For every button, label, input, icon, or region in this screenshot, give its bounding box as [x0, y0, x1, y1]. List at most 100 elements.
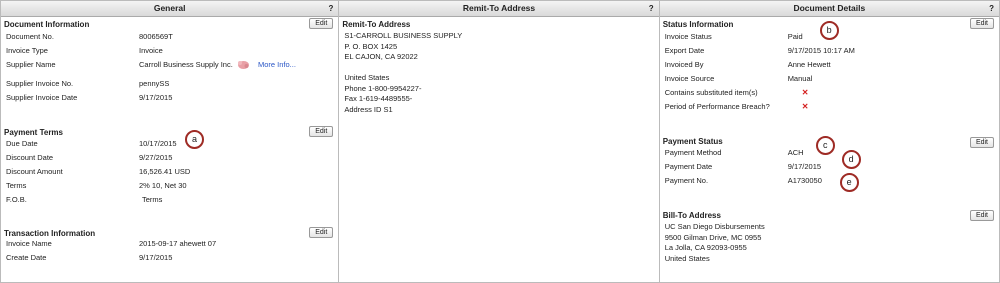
terms-value: 2% 10, Net 30 — [139, 181, 187, 190]
bill-to-edit-button[interactable]: Edit — [969, 210, 994, 221]
invoice-detail-panel: General ? Document Information Edit Docu… — [0, 0, 1000, 283]
remit-to-line: United States — [344, 73, 390, 82]
performance-breach-label: Period of Performance Breach? — [664, 102, 770, 111]
bill-to-line: United States — [664, 253, 710, 263]
discount-amount-label: Discount Amount — [6, 167, 63, 176]
callout-d: d — [841, 150, 861, 169]
export-date-value: 9/17/2015 10:17 AM — [787, 46, 855, 55]
supplier-invoice-no-row: Supplier Invoice No. pennySS — [6, 79, 169, 89]
bill-to-address: UC San Diego Disbursements 9500 Gilman D… — [665, 222, 765, 264]
supplier-invoice-no-value: pennySS — [139, 79, 170, 88]
remit-to-column-title: Remit-To Address — [462, 3, 536, 13]
payment-method-value: ACH — [787, 148, 804, 157]
remit-to-column-header: Remit-To Address ? — [339, 1, 659, 17]
due-date-value: 10/17/2015 — [139, 139, 177, 148]
document-information-title: Document Information — [4, 20, 90, 29]
general-help-icon[interactable]: ? — [328, 1, 333, 16]
export-date-label: Export Date — [664, 46, 705, 55]
due-date-row: Due Date 10/17/2015 — [6, 139, 177, 149]
payment-method-row: Payment Method ACH — [665, 148, 804, 158]
discount-date-value: 9/27/2015 — [139, 153, 173, 162]
remit-to-address: S1-CARROLL BUSINESS SUPPLY P. O. BOX 142… — [344, 31, 462, 115]
payment-terms-edit-button[interactable]: Edit — [309, 126, 334, 137]
contains-substituted-x-icon: ✕ — [801, 88, 809, 97]
fob-label: F.O.B. — [6, 195, 27, 204]
remit-to-line: Address ID S1 — [344, 104, 393, 114]
payment-date-value: 9/17/2015 — [787, 162, 822, 171]
document-details-column-title: Document Details — [793, 3, 866, 13]
invoiced-by-label: Invoiced By — [664, 60, 704, 69]
invoiced-by-value: Anne Hewett — [787, 60, 831, 69]
invoice-status-value: Paid — [787, 32, 803, 41]
supplier-name-label: Supplier Name — [6, 60, 56, 69]
callout-c: c — [815, 136, 835, 155]
contains-substituted-label: Contains substituted item(s) — [664, 88, 758, 97]
bill-to-title: Bill-To Address — [662, 211, 721, 220]
supplier-logo-icon — [237, 61, 249, 70]
invoice-name-row: Invoice Name 2015-09-17 ahewett 07 — [6, 239, 216, 249]
payment-date-row: Payment Date 9/17/2015 — [665, 162, 821, 172]
general-column-header: General ? — [1, 1, 339, 17]
callout-a: a — [185, 130, 204, 149]
remit-to-column: Remit-To Address ? Remit-To Address S1-C… — [339, 1, 660, 282]
supplier-invoice-no-label: Supplier Invoice No. — [6, 79, 74, 88]
transaction-information-edit-button[interactable]: Edit — [309, 227, 334, 238]
payment-status-edit-button[interactable]: Edit — [969, 137, 994, 148]
fob-value: Terms — [142, 195, 163, 204]
invoiced-by-row: Invoiced By Anne Hewett — [665, 60, 831, 70]
remit-to-line: Phone 1-800-9954227- — [344, 83, 422, 93]
payment-no-value: A1730050 — [787, 176, 822, 185]
callout-b: b — [819, 21, 839, 40]
contains-substituted-row: Contains substituted item(s) ✕ — [665, 88, 809, 98]
terms-label: Terms — [6, 181, 27, 190]
payment-date-label: Payment Date — [664, 162, 713, 171]
remit-to-line: Fax 1-619-4489555- — [344, 94, 413, 103]
payment-terms-title: Payment Terms — [4, 128, 63, 137]
create-date-label: Create Date — [6, 253, 47, 262]
create-date-row: Create Date 9/17/2015 — [6, 253, 172, 263]
remit-to-line: P. O. BOX 1425 — [344, 41, 398, 51]
general-column-title: General — [153, 3, 186, 13]
status-information-edit-button[interactable]: Edit — [969, 18, 994, 29]
invoice-source-row: Invoice Source Manual — [665, 74, 813, 84]
invoice-status-label: Invoice Status — [664, 32, 712, 41]
invoice-source-label: Invoice Source — [664, 74, 715, 83]
document-information-edit-button[interactable]: Edit — [309, 18, 334, 29]
due-date-label: Due Date — [6, 139, 38, 148]
terms-row: Terms 2% 10, Net 30 — [6, 181, 187, 191]
callout-e: e — [839, 173, 859, 192]
remit-to-title: Remit-To Address — [342, 20, 411, 29]
document-no-value: 8006569T — [139, 32, 173, 41]
bill-to-line: 9500 Gilman Drive, MC 0955 — [664, 232, 762, 242]
remit-to-line: EL CAJON, CA 92022 — [344, 52, 418, 61]
invoice-name-value: 2015-09-17 ahewett 07 — [139, 239, 217, 248]
document-details-help-icon[interactable]: ? — [989, 1, 994, 16]
transaction-information-title: Transaction Information — [4, 229, 96, 238]
discount-date-label: Discount Date — [6, 153, 54, 162]
general-column: General ? Document Information Edit Docu… — [1, 1, 340, 282]
discount-date-row: Discount Date 9/27/2015 — [6, 153, 172, 163]
export-date-row: Export Date 9/17/2015 10:17 AM — [665, 46, 855, 56]
invoice-type-row: Invoice Type Invoice — [6, 46, 163, 56]
remit-to-line — [344, 63, 462, 74]
supplier-more-info-link[interactable]: More Info... — [258, 60, 296, 69]
discount-amount-row: Discount Amount 16,526.41 USD — [6, 167, 190, 177]
document-no-label: Document No. — [6, 32, 54, 41]
supplier-invoice-date-value: 9/17/2015 — [139, 93, 173, 102]
status-information-title: Status Information — [662, 20, 734, 29]
payment-no-label: Payment No. — [664, 176, 709, 185]
create-date-value: 9/17/2015 — [139, 253, 173, 262]
payment-status-title: Payment Status — [662, 137, 723, 146]
payment-method-label: Payment Method — [664, 148, 722, 157]
document-details-column-header: Document Details ? — [659, 1, 999, 17]
invoice-name-label: Invoice Name — [6, 239, 52, 248]
supplier-name-row: Supplier Name Carroll Business Supply Inc… — [6, 60, 296, 70]
payment-no-row: Payment No. A1730050 — [665, 176, 822, 186]
performance-breach-row: Period of Performance Breach? ✕ — [665, 102, 809, 112]
supplier-invoice-date-label: Supplier Invoice Date — [6, 93, 78, 102]
document-no-row: Document No. 8006569T — [6, 32, 173, 42]
bill-to-line: UC San Diego Disbursements — [664, 222, 765, 231]
remit-to-help-icon[interactable]: ? — [649, 1, 654, 16]
supplier-name-value: Carroll Business Supply Inc. — [139, 60, 233, 69]
supplier-invoice-date-row: Supplier Invoice Date 9/17/2015 — [6, 93, 172, 103]
